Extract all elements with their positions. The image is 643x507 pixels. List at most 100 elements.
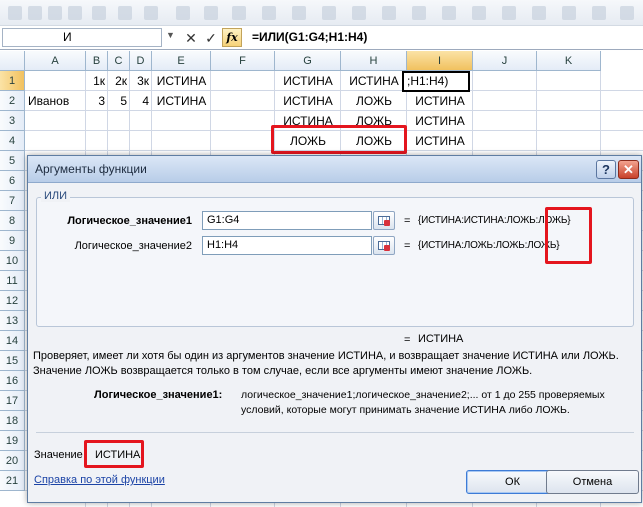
active-cell-editor[interactable]: ;H1:H4) (402, 71, 470, 92)
range-select-icon[interactable] (373, 236, 395, 255)
row-header[interactable]: 10 (0, 251, 25, 271)
row-header[interactable]: 13 (0, 311, 25, 331)
row-header[interactable]: 19 (0, 431, 25, 451)
row-header[interactable]: 14 (0, 331, 25, 351)
dialog-titlebar[interactable]: Аргументы функции ? ✕ (28, 156, 641, 183)
cell-d2[interactable]: 4 (130, 91, 152, 111)
row-header[interactable]: 4 (0, 131, 25, 151)
toolbar-icon[interactable] (532, 6, 546, 20)
function-description: Значение ЛОЖЬ возвращается только в том … (33, 365, 533, 377)
toolbar-icon[interactable] (620, 6, 634, 20)
cell-g1[interactable]: ИСТИНА (275, 71, 341, 91)
arg1-input[interactable]: G1:G4 (202, 211, 372, 230)
toolbar-icon[interactable] (176, 6, 190, 20)
toolbar-icon[interactable] (292, 6, 306, 20)
toolbar-icon[interactable] (322, 6, 336, 20)
column-header[interactable]: I (407, 51, 473, 71)
column-header[interactable]: F (211, 51, 275, 71)
row-header[interactable]: 15 (0, 351, 25, 371)
arg-help-text: логическое_значение1;логическое_значение… (241, 389, 605, 401)
toolbar-icon[interactable] (92, 6, 106, 20)
toolbar-icon[interactable] (28, 6, 42, 20)
cell-i2[interactable]: ИСТИНА (407, 91, 473, 111)
toolbar-icon[interactable] (68, 6, 82, 20)
row-header[interactable]: 6 (0, 171, 25, 191)
toolbar-icon[interactable] (442, 6, 456, 20)
function-name: ИЛИ (41, 190, 71, 202)
row-header[interactable]: 21 (0, 471, 25, 491)
column-header[interactable]: C (108, 51, 130, 71)
toolbar-icon[interactable] (472, 6, 486, 20)
insert-function-button[interactable]: fx (222, 28, 242, 47)
close-button[interactable]: ✕ (618, 160, 639, 179)
toolbar-icon[interactable] (232, 6, 246, 20)
function-description: Проверяет, имеет ли хотя бы один из аргу… (33, 350, 619, 362)
cancel-entry-icon[interactable]: ✕ (182, 29, 200, 47)
highlight-box (545, 207, 592, 264)
toolbar-icon[interactable] (8, 6, 22, 20)
value-label: Значение (34, 449, 83, 461)
column-header[interactable]: E (152, 51, 211, 71)
range-select-icon[interactable] (373, 211, 395, 230)
cell-e1[interactable]: ИСТИНА (152, 71, 211, 91)
cell-i3[interactable]: ИСТИНА (407, 111, 473, 131)
toolbar-icon[interactable] (412, 6, 426, 20)
formula-input[interactable]: =ИЛИ(G1:G4;H1:H4) (248, 28, 641, 47)
toolbar-icon[interactable] (204, 6, 218, 20)
row-header[interactable]: 18 (0, 411, 25, 431)
row-header[interactable]: 1 (0, 71, 25, 91)
cell-b1[interactable]: 1к (86, 71, 108, 91)
arg2-input[interactable]: H1:H4 (202, 236, 372, 255)
function-help-link[interactable]: Справка по этой функции (34, 474, 165, 486)
column-header[interactable]: K (537, 51, 601, 71)
cell-c2[interactable]: 5 (108, 91, 130, 111)
cancel-button[interactable]: Отмена (546, 470, 639, 494)
toolbar-icon[interactable] (502, 6, 516, 20)
row-header[interactable]: 12 (0, 291, 25, 311)
highlight-box (84, 440, 144, 468)
arg2-label: Логическое_значение2 (74, 240, 192, 252)
column-header[interactable]: J (473, 51, 537, 71)
row-header[interactable]: 9 (0, 231, 25, 251)
column-header[interactable]: A (25, 51, 86, 71)
toolbar-icon[interactable] (352, 6, 366, 20)
row-header[interactable]: 16 (0, 371, 25, 391)
row-header[interactable]: 20 (0, 451, 25, 471)
column-header[interactable]: H (341, 51, 407, 71)
highlight-box (271, 125, 407, 154)
chevron-down-icon[interactable]: ▼ (166, 30, 175, 40)
column-header[interactable]: B (86, 51, 108, 71)
name-box[interactable]: И (2, 28, 162, 47)
help-button[interactable]: ? (596, 160, 616, 179)
cell-d1[interactable]: 3к (130, 71, 152, 91)
row-header[interactable]: 2 (0, 91, 25, 111)
row-header[interactable]: 3 (0, 111, 25, 131)
arg2-equals: = (404, 240, 411, 252)
cell-h1[interactable]: ИСТИНА (341, 71, 407, 91)
undo-icon[interactable] (118, 6, 132, 20)
cell-h2[interactable]: ЛОЖЬ (341, 91, 407, 111)
row-header[interactable]: 17 (0, 391, 25, 411)
toolbar-icon[interactable] (48, 6, 62, 20)
row-header[interactable]: 8 (0, 211, 25, 231)
confirm-entry-icon[interactable]: ✓ (202, 29, 220, 47)
cell-b2[interactable]: 3 (86, 91, 108, 111)
toolbar-icon[interactable] (592, 6, 606, 20)
redo-icon[interactable] (144, 6, 158, 20)
arg2-result: {ИСТИНА:ЛОЖЬ:ЛОЖЬ:ЛОЖЬ} (418, 240, 560, 251)
column-header[interactable]: D (130, 51, 152, 71)
column-header[interactable]: G (275, 51, 341, 71)
row-header[interactable]: 5 (0, 151, 25, 171)
toolbar-icon[interactable] (262, 6, 276, 20)
row-header[interactable]: 7 (0, 191, 25, 211)
divider (36, 432, 634, 433)
row-header[interactable]: 11 (0, 271, 25, 291)
cell-i4[interactable]: ИСТИНА (407, 131, 473, 151)
toolbar-icon[interactable] (562, 6, 576, 20)
cell-e2[interactable]: ИСТИНА (152, 91, 211, 111)
cell-a2[interactable]: Иванов (25, 91, 86, 111)
cell-c1[interactable]: 2к (108, 71, 130, 91)
toolbar-icon[interactable] (382, 6, 396, 20)
select-all-corner[interactable] (0, 51, 25, 71)
cell-g2[interactable]: ИСТИНА (275, 91, 341, 111)
